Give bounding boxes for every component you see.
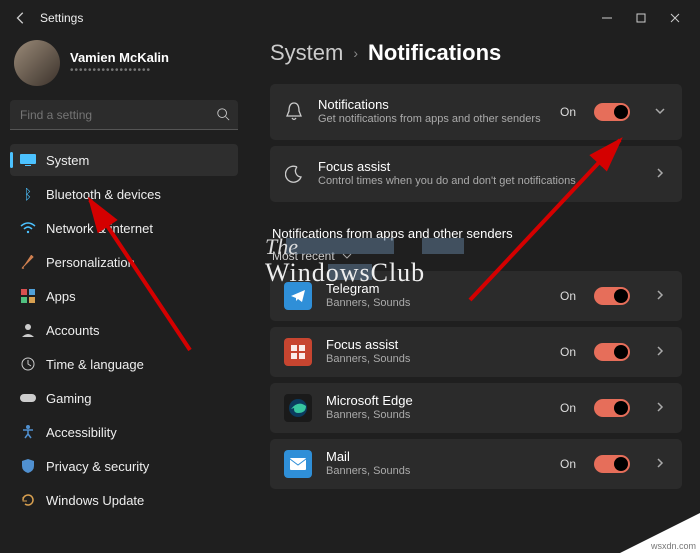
search-box[interactable] xyxy=(10,100,238,130)
maximize-button[interactable] xyxy=(624,4,658,32)
toggle-state: On xyxy=(560,289,576,303)
brush-icon xyxy=(20,254,36,270)
app-toggle[interactable] xyxy=(594,287,630,305)
chevron-down-icon[interactable] xyxy=(644,105,668,120)
sidebar-item-privacy[interactable]: Privacy & security xyxy=(10,450,238,482)
sidebar-item-label: Network & internet xyxy=(46,221,153,236)
card-subtitle: Control times when you do and don't get … xyxy=(318,174,630,188)
chevron-right-icon: › xyxy=(353,45,358,61)
sidebar-item-accounts[interactable]: Accounts xyxy=(10,314,238,346)
toggle-state: On xyxy=(560,345,576,359)
game-icon xyxy=(20,390,36,406)
sidebar-item-accessibility[interactable]: Accessibility xyxy=(10,416,238,448)
breadcrumb: System › Notifications xyxy=(270,36,682,84)
app-icon xyxy=(284,338,312,366)
app-icon xyxy=(284,450,312,478)
sidebar-item-label: Privacy & security xyxy=(46,459,149,474)
sidebar-item-label: Gaming xyxy=(46,391,92,406)
update-icon xyxy=(20,492,36,508)
toggle-state: On xyxy=(560,105,576,119)
notifications-toggle[interactable] xyxy=(594,103,630,121)
titlebar: Settings xyxy=(0,0,700,36)
avatar xyxy=(14,40,60,86)
highlight xyxy=(328,264,372,280)
sidebar-item-time[interactable]: Time & language xyxy=(10,348,238,380)
app-row[interactable]: MailBanners, Sounds On xyxy=(270,439,682,489)
app-name: Telegram xyxy=(326,281,546,296)
chevron-right-icon[interactable] xyxy=(644,457,668,472)
user-block[interactable]: Vamien McKalin •••••••••••••••••• xyxy=(10,36,238,100)
breadcrumb-parent[interactable]: System xyxy=(270,40,343,66)
sidebar-item-system[interactable]: System xyxy=(10,144,238,176)
bell-icon xyxy=(284,102,304,122)
nav: System ᛒ Bluetooth & devices Network & i… xyxy=(10,144,238,516)
apps-icon xyxy=(20,288,36,304)
notifications-card[interactable]: Notifications Get notifications from app… xyxy=(270,84,682,140)
moon-icon xyxy=(284,165,304,183)
focus-assist-card[interactable]: Focus assist Control times when you do a… xyxy=(270,146,682,202)
sidebar-item-label: Bluetooth & devices xyxy=(46,187,161,202)
chevron-right-icon[interactable] xyxy=(644,401,668,416)
app-row[interactable]: Microsoft EdgeBanners, Sounds On xyxy=(270,383,682,433)
app-sub: Banners, Sounds xyxy=(326,352,546,366)
app-toggle[interactable] xyxy=(594,343,630,361)
user-email: •••••••••••••••••• xyxy=(70,65,169,76)
sidebar-item-apps[interactable]: Apps xyxy=(10,280,238,312)
sidebar: Vamien McKalin •••••••••••••••••• System… xyxy=(0,36,248,553)
card-subtitle: Get notifications from apps and other se… xyxy=(318,112,546,126)
app-sub: Banners, Sounds xyxy=(326,464,546,478)
sidebar-item-network[interactable]: Network & internet xyxy=(10,212,238,244)
highlight xyxy=(422,238,464,254)
main-content: System › Notifications Notifications Get… xyxy=(248,36,700,553)
sidebar-item-update[interactable]: Windows Update xyxy=(10,484,238,516)
close-button[interactable] xyxy=(658,4,692,32)
person-icon xyxy=(20,322,36,338)
sidebar-item-label: Accounts xyxy=(46,323,99,338)
minimize-button[interactable] xyxy=(590,4,624,32)
sidebar-item-personalization[interactable]: Personalization xyxy=(10,246,238,278)
sidebar-item-gaming[interactable]: Gaming xyxy=(10,382,238,414)
shield-icon xyxy=(20,458,36,474)
toggle-state: On xyxy=(560,457,576,471)
card-title: Focus assist xyxy=(318,159,630,174)
bluetooth-icon: ᛒ xyxy=(20,186,36,202)
highlight xyxy=(286,238,394,254)
toggle-state: On xyxy=(560,401,576,415)
app-name: Mail xyxy=(326,449,546,464)
sidebar-item-label: Windows Update xyxy=(46,493,144,508)
wifi-icon xyxy=(20,220,36,236)
app-toggle[interactable] xyxy=(594,455,630,473)
chevron-right-icon[interactable] xyxy=(644,345,668,360)
clock-icon xyxy=(20,356,36,372)
search-icon xyxy=(216,107,230,124)
card-title: Notifications xyxy=(318,97,546,112)
sidebar-item-label: System xyxy=(46,153,89,168)
window-title: Settings xyxy=(40,11,83,25)
user-name: Vamien McKalin xyxy=(70,50,169,65)
app-toggle[interactable] xyxy=(594,399,630,417)
display-icon xyxy=(20,152,36,168)
app-icon xyxy=(284,282,312,310)
breadcrumb-current: Notifications xyxy=(368,40,501,66)
sidebar-item-label: Apps xyxy=(46,289,76,304)
back-button[interactable] xyxy=(8,5,34,31)
app-name: Microsoft Edge xyxy=(326,393,546,408)
app-sub: Banners, Sounds xyxy=(326,408,546,422)
sidebar-item-label: Personalization xyxy=(46,255,135,270)
chevron-right-icon[interactable] xyxy=(644,167,668,182)
accessibility-icon xyxy=(20,424,36,440)
sidebar-item-label: Accessibility xyxy=(46,425,117,440)
sidebar-item-bluetooth[interactable]: ᛒ Bluetooth & devices xyxy=(10,178,238,210)
chevron-right-icon[interactable] xyxy=(644,289,668,304)
app-row[interactable]: Focus assistBanners, Sounds On xyxy=(270,327,682,377)
app-name: Focus assist xyxy=(326,337,546,352)
app-icon xyxy=(284,394,312,422)
app-sub: Banners, Sounds xyxy=(326,296,546,310)
sidebar-item-label: Time & language xyxy=(46,357,144,372)
search-input[interactable] xyxy=(10,100,238,130)
